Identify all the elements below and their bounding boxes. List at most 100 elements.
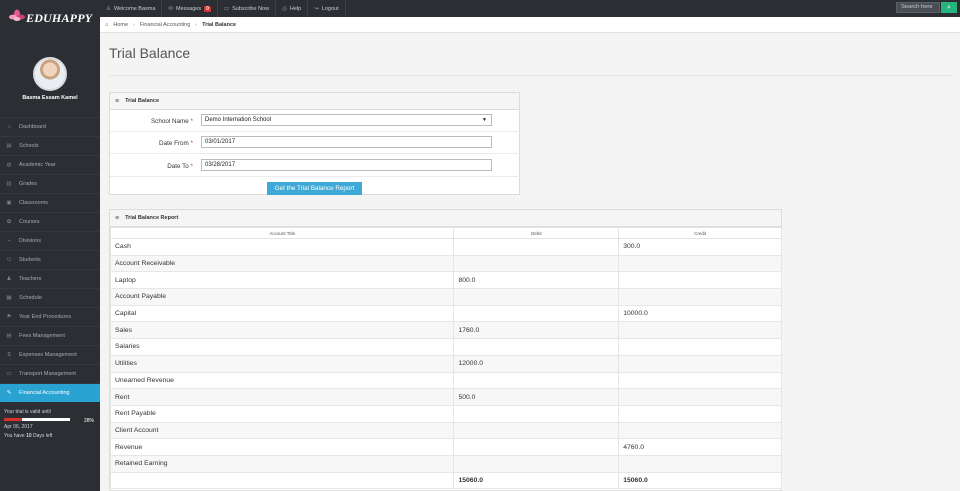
table-row: Utilities 12000.0: [109, 354, 782, 373]
debit-cell: 500.0: [453, 388, 620, 406]
breadcrumb-home[interactable]: Home: [113, 22, 128, 28]
table-row: Client Account: [109, 421, 782, 440]
credit-cell: 4760.0: [618, 438, 782, 456]
sidebar-menu: ⌂ Dashboard ▤ Schools ◍ Academic Year ▥ Grades ▣…: [0, 117, 100, 402]
debit-cell: 15060.0: [453, 471, 620, 490]
sidebar-item-label: Financial Accounting: [19, 390, 70, 396]
table-row: Rent 500.0: [109, 388, 782, 406]
logo[interactable]: EDUHAPPY: [0, 0, 100, 33]
breadcrumb-current: Trial Balance: [202, 21, 237, 28]
credit-cell: 10000.0: [618, 304, 782, 323]
search-button[interactable]: ⌕: [941, 2, 957, 13]
column-header: Debit: [453, 227, 620, 239]
debit-cell: [453, 304, 620, 323]
credit-cell: [618, 271, 782, 290]
sidebar-item-fees-management[interactable]: ▤ Fees Management: [0, 326, 100, 345]
date-from-row: Date From * 03/01/2017: [110, 133, 520, 154]
trial-date: Apr 06, 2017: [4, 424, 33, 430]
get-trial-balance-button[interactable]: Get the Trial Balance Report: [267, 182, 362, 195]
credit-cell: [618, 254, 782, 273]
top-nav: ♙ Welcome Basma ✉ Messages 0 ▭ Subscribe Now…: [100, 0, 346, 17]
breadcrumb: ⌂ Home › Financial Accounting › Trial Ba…: [100, 17, 960, 33]
school-label: School Name *: [110, 118, 193, 125]
required-mark: *: [190, 118, 193, 125]
sidebar-item-transport-management[interactable]: ▭ Transport Management: [0, 364, 100, 383]
account-title-cell: Sales: [109, 321, 455, 340]
help-link[interactable]: ◎ Help: [276, 0, 309, 17]
account-title-cell: Revenue: [109, 438, 455, 456]
account-title-cell: Rent: [109, 388, 455, 406]
sidebar-item-label: Grades: [19, 181, 38, 187]
user-name: Basma Essam Kamel: [22, 95, 78, 101]
divider: [109, 75, 951, 76]
table-row: Account Receivable: [109, 254, 782, 273]
sidebar-item-divisions[interactable]: ÷ Divisions: [0, 231, 100, 250]
sidebar-item-year-end-procedures[interactable]: ⚑ Year End Procedures: [0, 307, 100, 326]
avatar[interactable]: [33, 57, 67, 91]
trial-days-count: 10: [26, 433, 32, 439]
list-icon: ≡: [115, 214, 120, 222]
sidebar-item-teachers[interactable]: ♟ Teachers: [0, 269, 100, 288]
search-input[interactable]: Search here: [896, 2, 940, 13]
logout-link[interactable]: ↪ Logout: [308, 0, 346, 17]
sidebar-item-financial-accounting[interactable]: ✎ Financial Accounting: [0, 383, 100, 402]
trial-balance-report-panel: ≡ Trial Balance Report Account Title Debi…: [109, 209, 782, 491]
credit-cell: [618, 354, 782, 373]
sidebar: Basma Essam Kamel ⌂ Dashboard ▤ Schools ◍ Aca…: [0, 33, 100, 491]
welcome-link[interactable]: ♙ Welcome Basma: [100, 0, 163, 17]
sidebar-item-label: Fees Management: [19, 333, 65, 339]
messages-link[interactable]: ✉ Messages 0: [162, 0, 218, 17]
subscribe-label: Subscribe Now: [232, 5, 270, 12]
subscribe-link[interactable]: ▭ Subscribe Now: [218, 0, 277, 17]
account-title-cell: Retained Earning: [109, 454, 455, 473]
globe-icon: ◍: [6, 162, 12, 168]
account-title-cell: Laptop: [109, 271, 455, 290]
chevron-right-icon: ›: [133, 21, 135, 28]
sidebar-item-courses[interactable]: ✿ Courses: [0, 212, 100, 231]
sidebar-item-dashboard[interactable]: ⌂ Dashboard: [0, 117, 100, 136]
debit-cell: [453, 404, 620, 423]
table-row: Cash 300.0: [109, 238, 782, 256]
report-table-body: Cash 300.0 Account Receivable Laptop 800.0 Ac…: [109, 238, 782, 490]
table-row: Revenue 4760.0: [109, 438, 782, 456]
debit-cell: 800.0: [453, 271, 620, 290]
school-select-value: Demo Internation School: [205, 117, 272, 123]
profile: Basma Essam Kamel: [0, 33, 100, 117]
sidebar-item-grades[interactable]: ▥ Grades: [0, 174, 100, 193]
sidebar-item-schools[interactable]: ▤ Schools: [0, 136, 100, 155]
date-from-input[interactable]: 03/01/2017: [201, 136, 492, 148]
home-icon: ⌂: [105, 21, 109, 28]
sidebar-item-classrooms[interactable]: ▣ Classrooms: [0, 193, 100, 212]
sidebar-item-label: Teachers: [19, 276, 42, 282]
debit-cell: [453, 338, 620, 356]
account-title-cell: Unearned Revenue: [109, 371, 455, 390]
column-header: Account Title: [109, 227, 455, 239]
sidebar-item-expenses-management[interactable]: $ Expenses Management: [0, 345, 100, 364]
table-row: Capital 10000.0: [109, 304, 782, 323]
page-title: Trial Balance: [109, 45, 191, 61]
caret-down-icon: ▼: [482, 117, 487, 123]
table-row: Salaries: [109, 338, 782, 356]
sidebar-item-label: Year End Procedures: [19, 314, 72, 320]
sidebar-item-academic-year[interactable]: ◍ Academic Year: [0, 155, 100, 174]
sidebar-item-label: Expenses Management: [19, 352, 77, 358]
trial-days-suffix: Days left: [33, 433, 53, 439]
account-title-cell: Capital: [109, 304, 455, 323]
date-to-input[interactable]: 03/28/2017: [201, 159, 492, 171]
breadcrumb-parent[interactable]: Financial Accounting: [140, 22, 190, 28]
date-from-label-text: Date From: [159, 140, 189, 147]
logout-label: Logout: [321, 5, 339, 12]
account-title-cell: Rent Payable: [109, 404, 455, 423]
help-icon: ◎: [282, 5, 287, 12]
credit-cell: [618, 421, 782, 440]
flower-logo-icon: [9, 9, 25, 21]
table-row: Unearned Revenue: [109, 371, 782, 390]
bus-icon: ▭: [6, 371, 12, 377]
envelope-icon: ✉: [168, 5, 174, 12]
sidebar-item-students[interactable]: ⚇ Students: [0, 250, 100, 269]
chevron-right-icon: ›: [195, 21, 198, 28]
money-icon: ▤: [6, 333, 12, 339]
sidebar-item-schedule[interactable]: ▦ Schedule: [0, 288, 100, 307]
divide-icon: ÷: [7, 238, 11, 244]
school-select[interactable]: Demo Internation School ▼: [201, 114, 492, 126]
